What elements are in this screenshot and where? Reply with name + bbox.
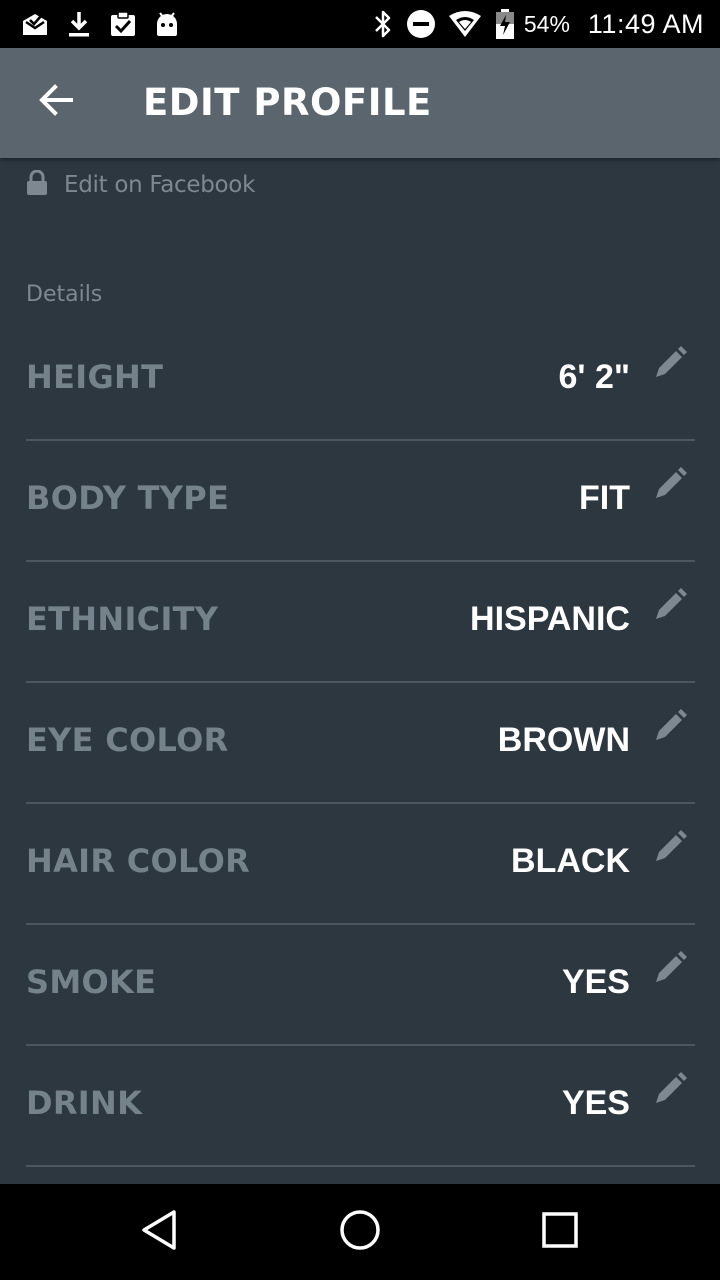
detail-row-smoke[interactable]: SMOKE YES	[26, 925, 695, 1046]
page-title: EDIT PROFILE	[143, 81, 432, 124]
detail-value: 6' 2"	[558, 358, 630, 396]
bluetooth-icon	[372, 9, 394, 39]
pencil-icon[interactable]	[653, 951, 687, 985]
status-left-icons	[20, 8, 180, 40]
status-time: 11:49 AM	[587, 8, 704, 39]
detail-value: BLACK	[511, 842, 630, 880]
nav-back-button[interactable]	[136, 1208, 184, 1256]
pencil-icon[interactable]	[653, 588, 687, 622]
battery-percent: 54%	[523, 10, 570, 37]
clipboard-check-icon	[108, 10, 138, 38]
lock-icon	[26, 169, 48, 200]
detail-row-hair-color[interactable]: HAIR COLOR BLACK	[26, 804, 695, 925]
navigation-bar	[0, 1184, 720, 1280]
edit-on-facebook-label: Edit on Facebook	[64, 172, 256, 198]
mail-check-icon	[20, 11, 50, 37]
detail-value: YES	[561, 1084, 630, 1122]
detail-value: BROWN	[497, 721, 630, 759]
pencil-icon[interactable]	[653, 467, 687, 501]
detail-value: HISPANIC	[470, 600, 630, 638]
app-bar: EDIT PROFILE	[0, 48, 720, 158]
detail-row-ethnicity[interactable]: ETHNICITY HISPANIC	[26, 562, 695, 683]
status-bar: 54% 11:49 AM	[0, 0, 720, 48]
download-icon	[66, 10, 92, 38]
detail-label: SMOKE	[26, 963, 157, 1001]
detail-label: DRINK	[26, 1084, 143, 1122]
detail-label: ETHNICITY	[26, 600, 219, 638]
pencil-icon[interactable]	[653, 709, 687, 743]
detail-label: HEIGHT	[26, 358, 164, 396]
detail-row-drink[interactable]: DRINK YES	[26, 1046, 695, 1167]
detail-row-body-type[interactable]: BODY TYPE FIT	[26, 441, 695, 562]
recents-square-icon	[541, 1211, 579, 1253]
wifi-icon	[448, 10, 482, 38]
back-triangle-icon	[140, 1209, 180, 1255]
arrow-left-icon	[38, 83, 74, 121]
android-icon	[154, 10, 180, 38]
pencil-icon[interactable]	[653, 830, 687, 864]
details-list: HEIGHT 6' 2" BODY TYPE FIT ETHNICITY HIS…	[26, 320, 695, 1167]
pencil-icon[interactable]	[653, 1072, 687, 1106]
battery-charging-icon	[494, 8, 516, 40]
pencil-icon[interactable]	[653, 346, 687, 380]
detail-label: HAIR COLOR	[26, 842, 251, 880]
do-not-disturb-icon	[406, 9, 436, 39]
edit-profile-content: Edit on Facebook Details HEIGHT 6' 2" BO…	[0, 158, 720, 1184]
detail-label: BODY TYPE	[26, 479, 230, 517]
home-circle-icon	[339, 1209, 381, 1255]
status-right-icons: 54% 11:49 AM	[372, 0, 704, 48]
detail-label: EYE COLOR	[26, 721, 229, 759]
detail-value: FIT	[579, 479, 630, 517]
detail-row-height[interactable]: HEIGHT 6' 2"	[26, 320, 695, 441]
details-heading: Details	[26, 282, 103, 307]
detail-row-eye-color[interactable]: EYE COLOR BROWN	[26, 683, 695, 804]
back-button[interactable]	[28, 74, 84, 130]
detail-value: YES	[561, 963, 630, 1001]
nav-recents-button[interactable]	[536, 1208, 584, 1256]
nav-home-button[interactable]	[336, 1208, 384, 1256]
edit-on-facebook-link[interactable]: Edit on Facebook	[26, 168, 255, 202]
